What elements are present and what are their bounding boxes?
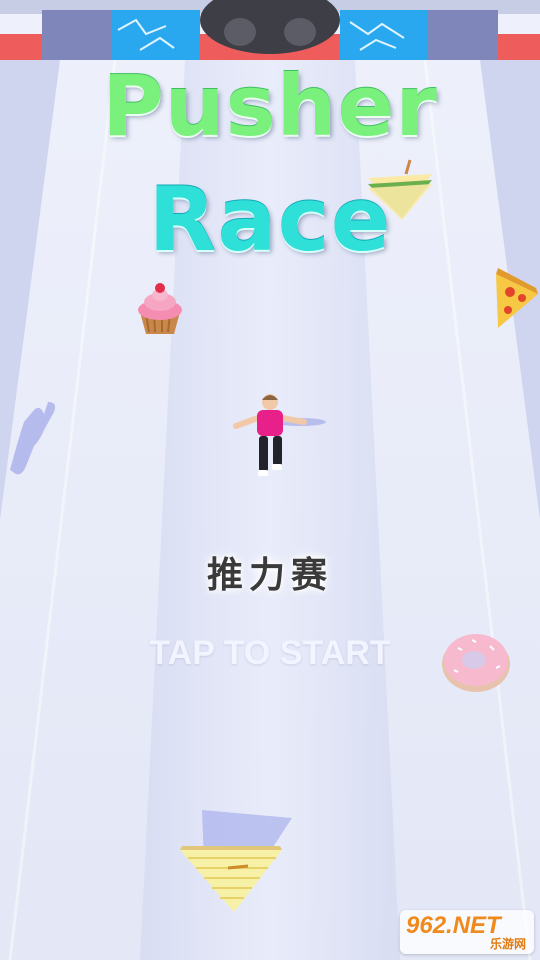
game-title-line1: Pusher xyxy=(102,57,438,155)
watermark-badge: 962.NET 乐游网 xyxy=(400,910,534,954)
watermark-sub-text: 乐游网 xyxy=(489,937,526,951)
game-title-line2: Race xyxy=(148,168,392,271)
tap-to-start-prompt[interactable]: TAP TO START xyxy=(0,634,540,673)
watermark-main-text: 962.NET xyxy=(406,912,501,939)
finish-gate xyxy=(0,0,540,60)
game-subtitle: 推力赛 xyxy=(206,554,333,596)
